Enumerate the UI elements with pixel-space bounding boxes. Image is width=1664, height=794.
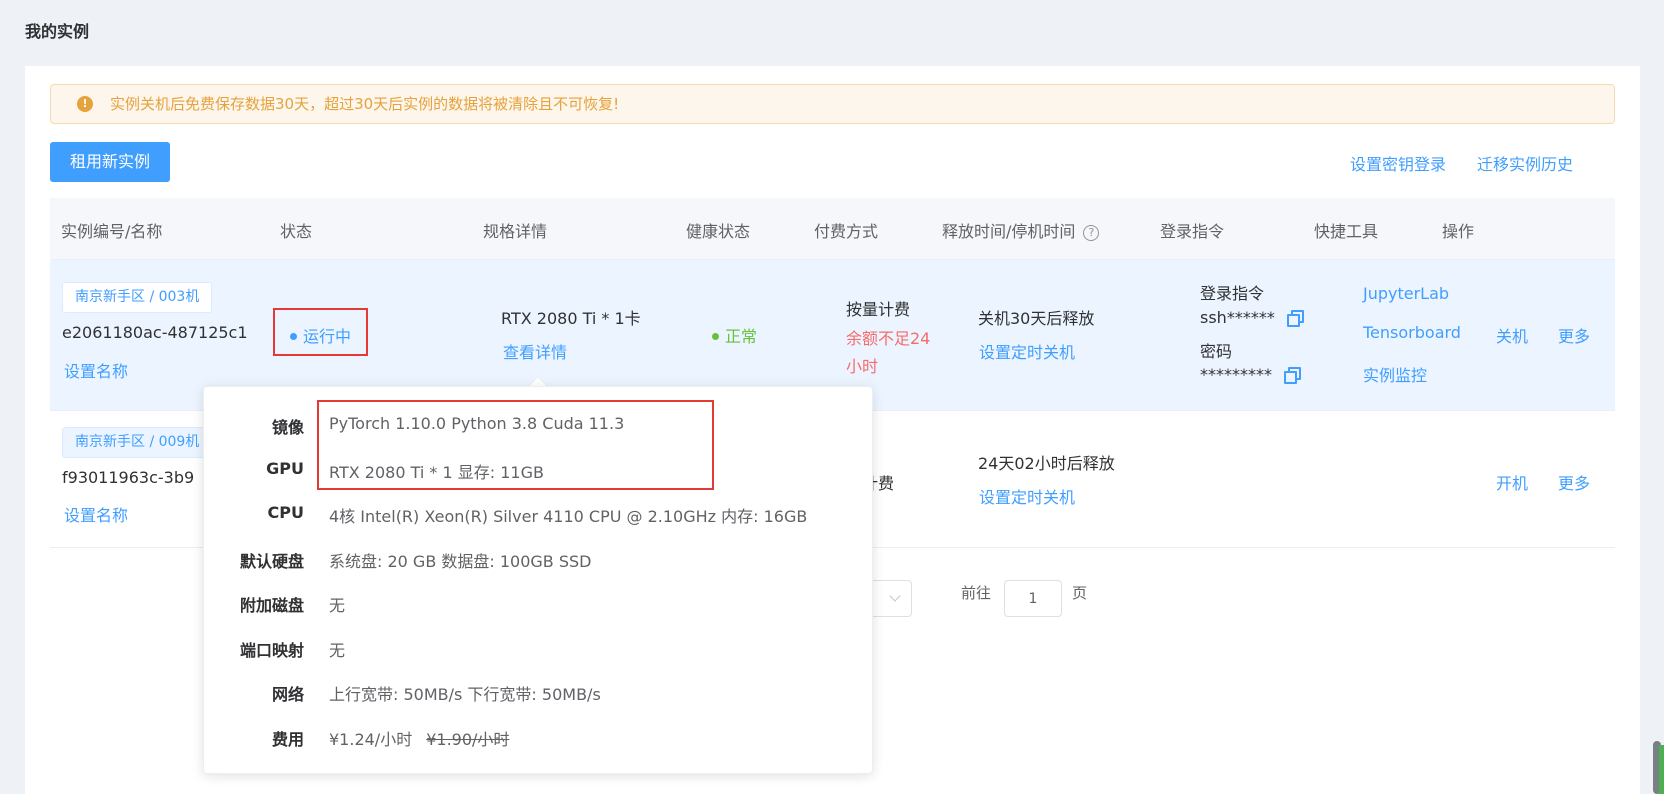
spec-text: RTX 2080 Ti * 1卡 [501, 309, 641, 328]
password-label: 密码 [1200, 342, 1233, 361]
help-icon[interactable]: ? [1083, 225, 1100, 241]
spec-detail-popover: 镜像 PyTorch 1.10.0 Python 3.8 Cuda 11.3 G… [203, 386, 873, 774]
billing-type: 按量计费 [846, 300, 911, 319]
fee-label: 费用 [271, 730, 304, 749]
health-status: 正常 [712, 323, 757, 347]
copy-icon[interactable] [1284, 367, 1301, 384]
goto-label: 前往 [961, 584, 992, 602]
col-release-time: 释放时间/停机时间? [942, 218, 1100, 242]
col-billing: 付费方式 [814, 222, 879, 241]
view-details-link[interactable]: 查看详情 [503, 339, 567, 363]
col-status: 状态 [280, 222, 313, 241]
fee-current: ¥1.24/小时 [329, 730, 413, 749]
balance-warning-line1: 余额不足24 [846, 329, 931, 348]
fee-value: ¥1.24/小时 ¥1.90/小时 [329, 726, 509, 750]
ssh-key-login-link[interactable]: 设置密钥登录 [1350, 151, 1446, 175]
table-header: 实例编号/名称 状态 规格详情 健康状态 付费方式 释放时间/停机时间? 登录指… [50, 198, 1615, 260]
image-gpu-highlight-box [317, 400, 714, 490]
network-value: 上行宽带: 50MB/s 下行宽带: 50MB/s [329, 685, 601, 704]
schedule-shutdown-link[interactable]: 设置定时关机 [979, 484, 1075, 508]
col-tools: 快捷工具 [1314, 222, 1379, 241]
cpu-label: CPU [267, 503, 304, 522]
release-time: 关机30天后释放 [978, 309, 1095, 328]
tool-monitor-link[interactable]: 实例监控 [1363, 362, 1427, 386]
alert-text: 实例关机后免费保存数据30天，超过30天后实例的数据将被清除且不可恢复! [110, 95, 620, 113]
col-login: 登录指令 [1160, 222, 1225, 241]
instance-id: f93011963c-3b9 [62, 468, 195, 487]
more-button[interactable]: 更多 [1558, 470, 1590, 494]
login-command-value: ssh****** [1200, 308, 1275, 327]
page-title: 我的实例 [25, 22, 90, 41]
network-label: 网络 [271, 685, 304, 704]
col-spec: 规格详情 [483, 222, 548, 241]
port-label: 端口映射 [239, 641, 304, 660]
image-label: 镜像 [271, 418, 304, 437]
password-value: ********* [1200, 365, 1272, 384]
warning-alert: ! 实例关机后免费保存数据30天，超过30天后实例的数据将被清除且不可恢复! [50, 84, 1615, 124]
shutdown-button[interactable]: 关机 [1496, 323, 1528, 347]
balance-warning-line2: 小时 [846, 357, 879, 376]
warning-icon: ! [77, 96, 93, 112]
port-value: 无 [329, 641, 346, 660]
release-time: 24天02小时后释放 [978, 454, 1115, 473]
extra-disk-label: 附加磁盘 [239, 596, 304, 615]
login-command-label: 登录指令 [1200, 284, 1265, 303]
chevron-down-icon [889, 590, 901, 602]
fee-original: ¥1.90/小时 [426, 730, 510, 749]
tool-jupyterlab-link[interactable]: JupyterLab [1363, 284, 1449, 303]
password: ********* [1200, 365, 1301, 384]
status-highlight-box [273, 308, 368, 356]
copy-icon[interactable] [1286, 310, 1304, 327]
instance-id: e2061180ac-487125c1 [62, 323, 248, 342]
rent-new-instance-button[interactable]: 租用新实例 [50, 142, 170, 182]
col-id-name: 实例编号/名称 [61, 222, 163, 241]
page-suffix: 页 [1072, 584, 1088, 602]
region-tag: 南京新手区 / 009机 [62, 427, 213, 458]
col-health: 健康状态 [686, 222, 751, 241]
migration-history-link[interactable]: 迁移实例历史 [1477, 151, 1573, 175]
more-button[interactable]: 更多 [1558, 323, 1590, 347]
rename-link[interactable]: 设置名称 [64, 502, 128, 526]
disk-value: 系统盘: 20 GB 数据盘: 100GB SSD [329, 552, 592, 571]
disk-label: 默认硬盘 [239, 552, 304, 571]
health-label: 正常 [725, 327, 758, 346]
tool-tensorboard-link[interactable]: Tensorboard [1363, 323, 1461, 342]
power-on-button[interactable]: 开机 [1496, 470, 1528, 494]
scrollbar-accent [1659, 745, 1664, 794]
col-release-time-label: 释放时间/停机时间 [942, 222, 1076, 241]
col-actions: 操作 [1442, 222, 1475, 241]
rename-link[interactable]: 设置名称 [64, 358, 128, 382]
gpu-label: GPU [266, 459, 304, 478]
extra-disk-value: 无 [329, 596, 346, 615]
schedule-shutdown-link[interactable]: 设置定时关机 [979, 339, 1075, 363]
region-tag: 南京新手区 / 003机 [62, 282, 213, 313]
login-command: ssh****** [1200, 308, 1304, 327]
page-number-input[interactable] [1004, 580, 1062, 617]
health-dot-icon [712, 333, 719, 340]
cpu-value: 4核 Intel(R) Xeon(R) Silver 4110 CPU @ 2.… [329, 507, 808, 526]
